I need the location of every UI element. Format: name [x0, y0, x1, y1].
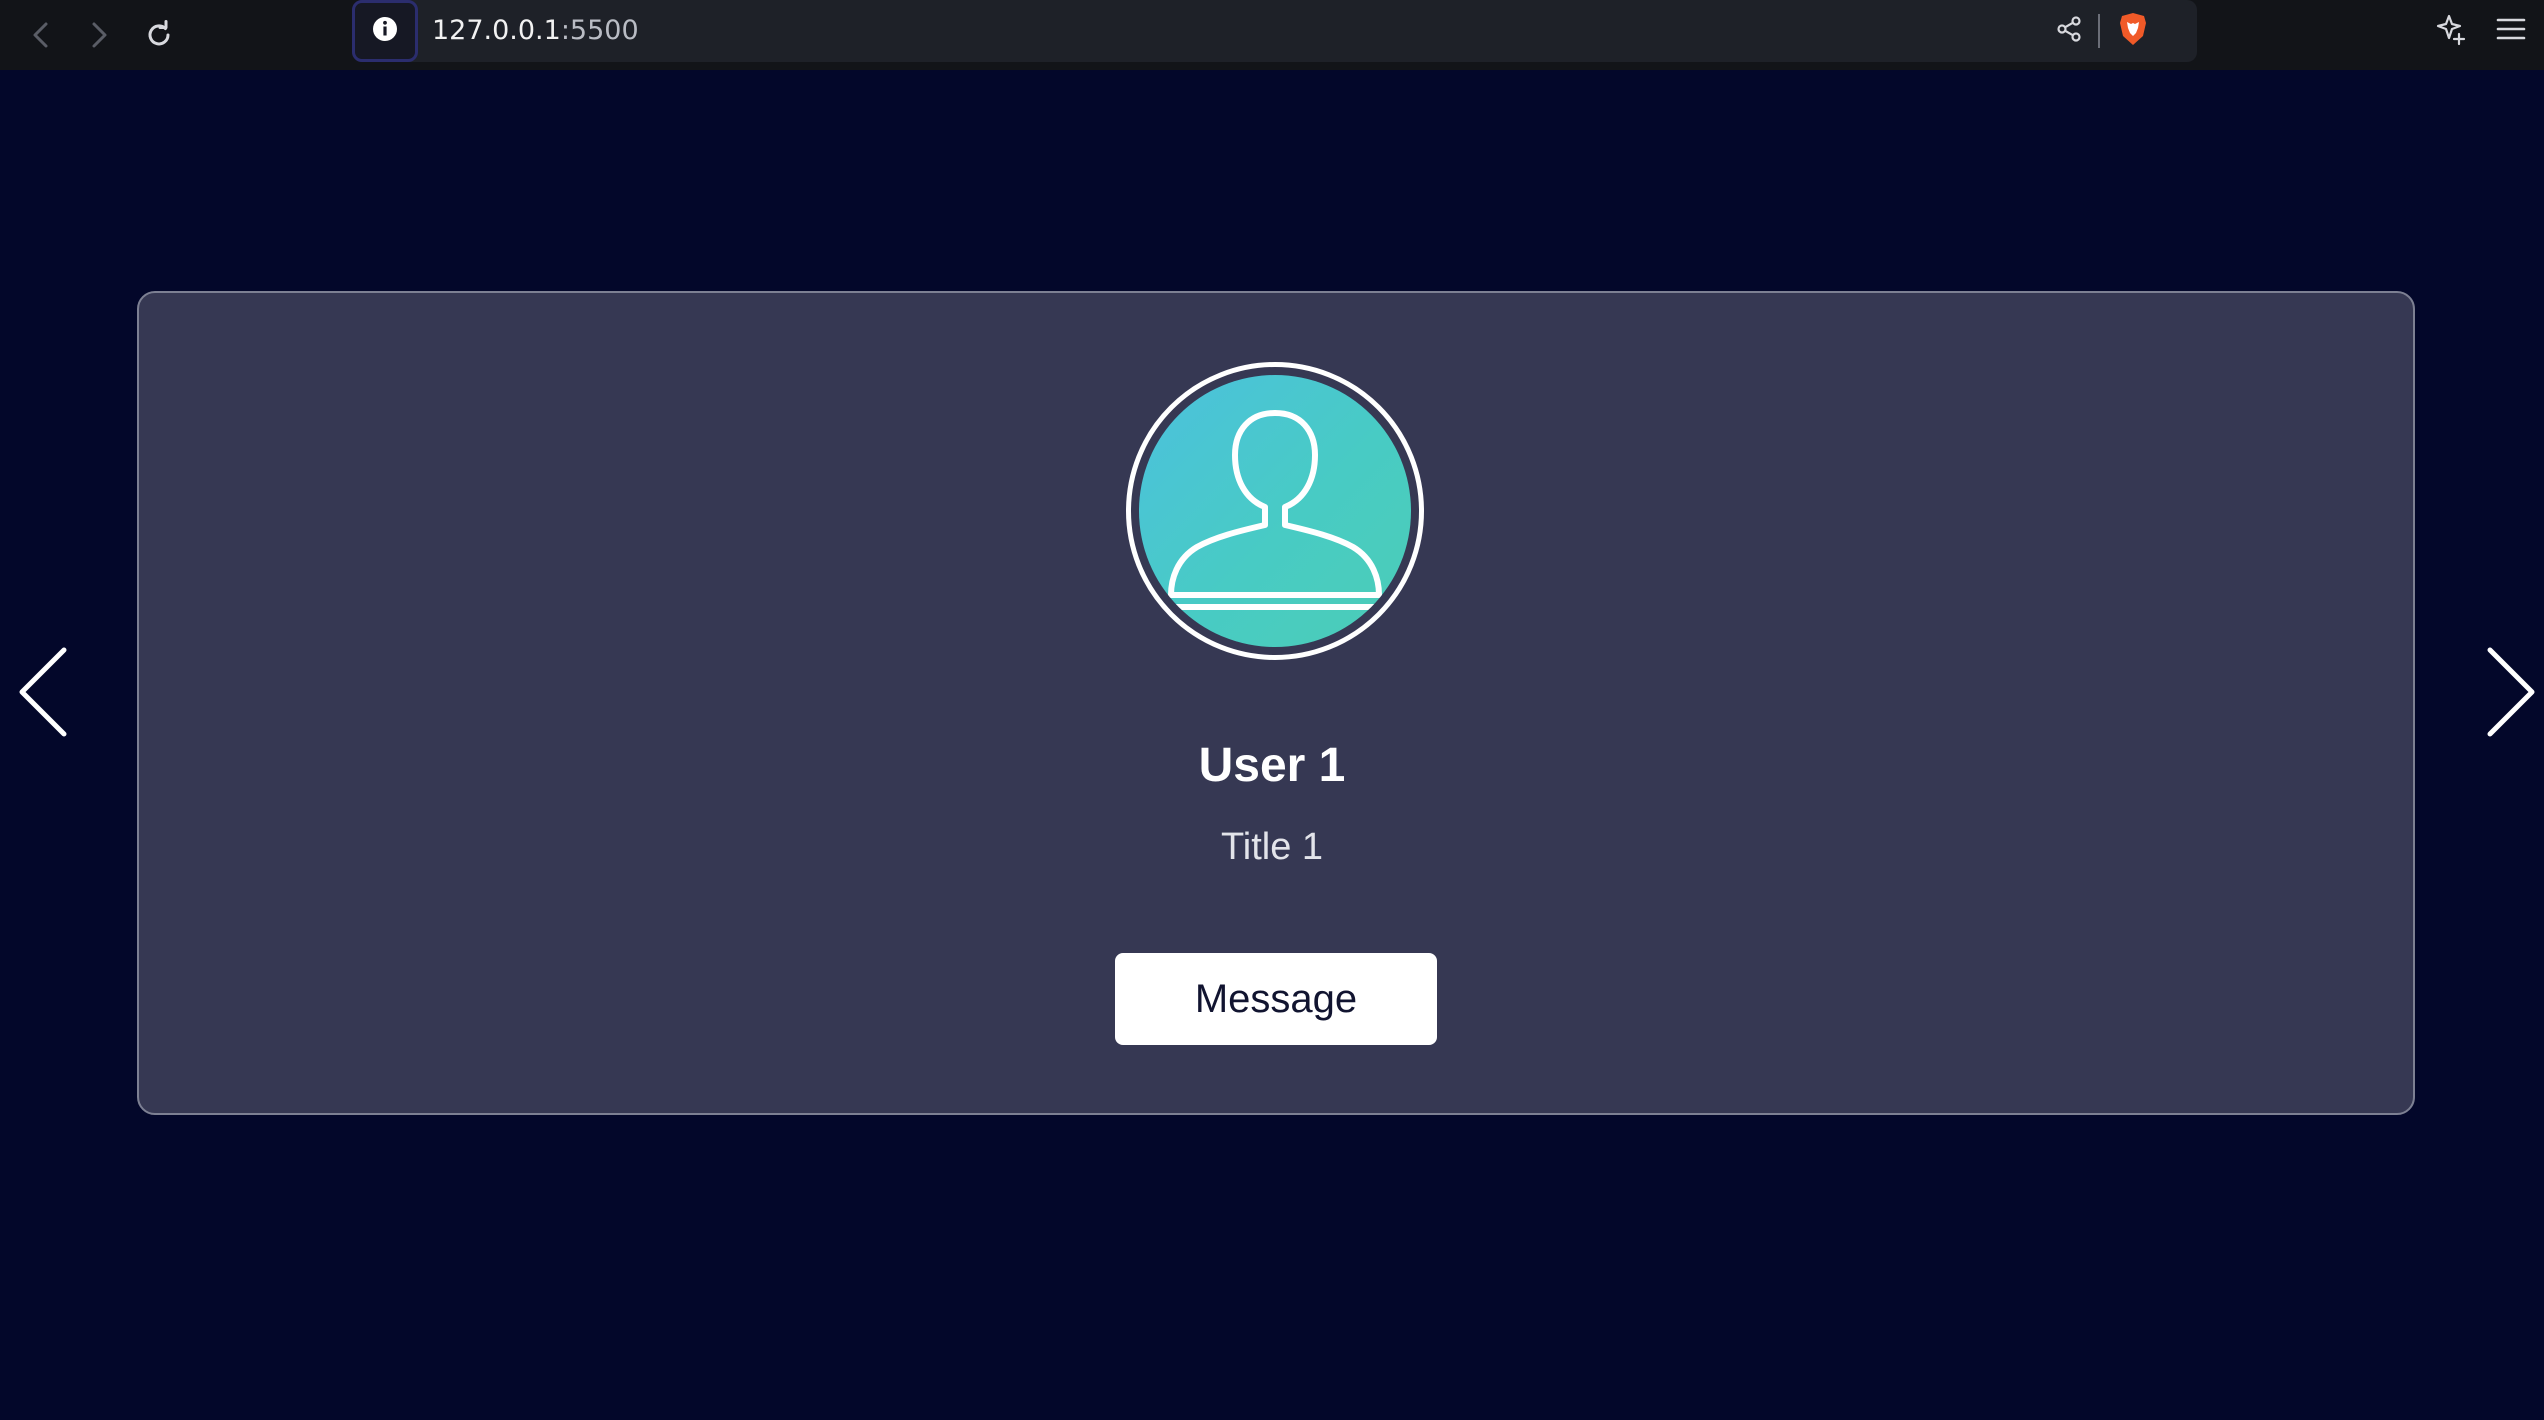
chevron-right-icon — [86, 20, 112, 50]
brave-shield-icon — [2117, 11, 2149, 51]
info-icon — [371, 15, 399, 47]
carousel-next-button[interactable] — [2482, 646, 2538, 742]
brave-shields-button[interactable] — [2108, 6, 2158, 56]
carousel-prev-button[interactable] — [16, 646, 72, 742]
chevron-left-icon — [28, 20, 54, 50]
site-info-button[interactable] — [352, 0, 418, 62]
address-bar[interactable]: 127.0.0.1:5500 — [352, 0, 2197, 62]
hamburger-menu-icon — [2496, 16, 2526, 46]
chevron-right-icon — [2482, 646, 2538, 742]
share-button[interactable] — [2044, 6, 2094, 56]
url-host: 127.0.0.1 — [432, 15, 561, 46]
share-icon — [2054, 14, 2084, 48]
address-bar-divider — [2098, 14, 2100, 48]
url-text[interactable]: 127.0.0.1:5500 — [432, 0, 639, 62]
leo-ai-button[interactable] — [2426, 6, 2476, 56]
forward-button[interactable] — [74, 10, 124, 60]
user-title: Title 1 — [1220, 826, 1324, 868]
sparkle-star-icon — [2434, 12, 2468, 50]
chevron-left-icon — [16, 646, 72, 742]
avatar-circle — [1139, 375, 1411, 647]
user-name: User 1 — [1198, 739, 1346, 792]
reload-icon — [143, 19, 175, 51]
browser-toolbar: 127.0.0.1:5500 — [0, 0, 2544, 70]
url-port: :5500 — [560, 15, 639, 46]
avatar — [1126, 362, 1424, 660]
back-button[interactable] — [16, 10, 66, 60]
message-button[interactable]: Message — [1115, 953, 1437, 1045]
reload-button[interactable] — [134, 10, 184, 60]
main-menu-button[interactable] — [2486, 6, 2536, 56]
